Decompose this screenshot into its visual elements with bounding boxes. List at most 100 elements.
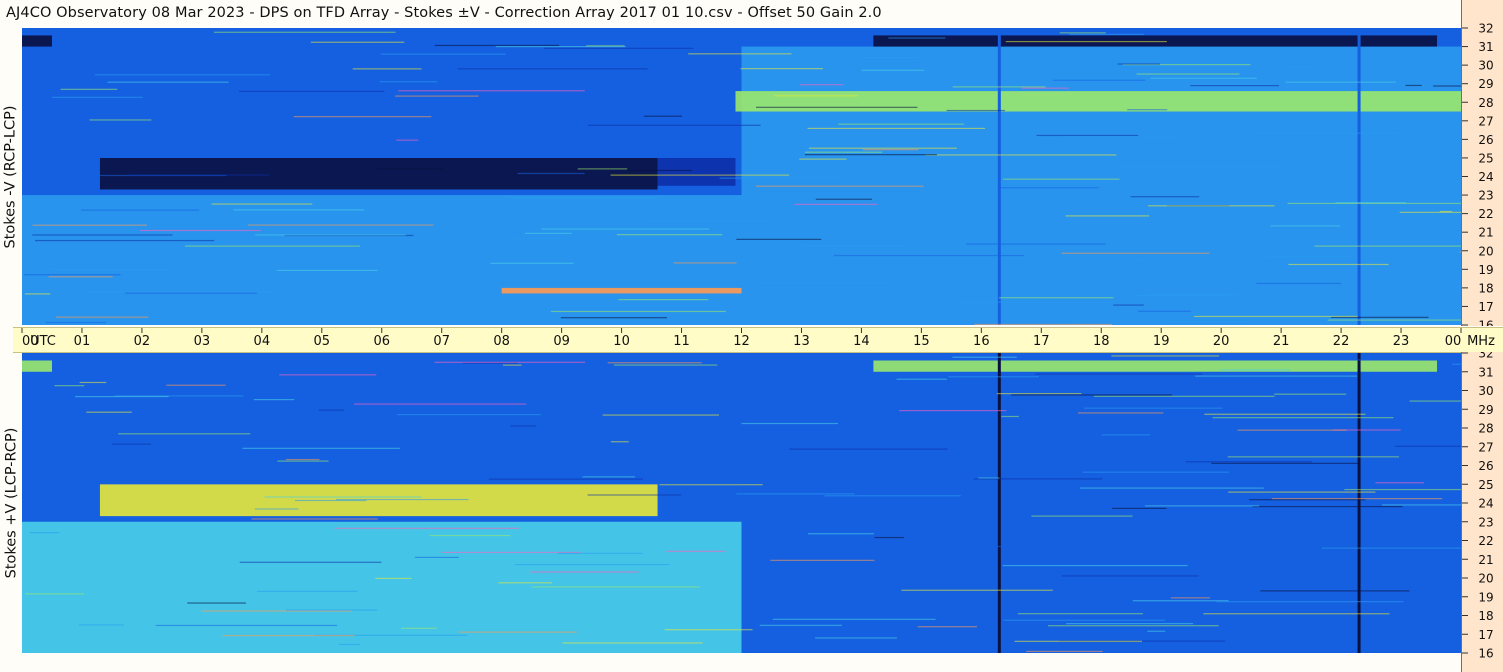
signal-streak bbox=[434, 44, 560, 47]
signal-streak bbox=[1002, 564, 1188, 567]
signal-streak bbox=[1011, 394, 1173, 396]
utc-unit-label: UTC bbox=[30, 334, 56, 349]
interference-line-9 bbox=[997, 28, 1001, 325]
signal-streak bbox=[774, 95, 858, 97]
signal-streak bbox=[25, 593, 84, 595]
signal-streak bbox=[1405, 84, 1422, 87]
signal-streak bbox=[794, 203, 878, 205]
mhz-tick-label: 29 bbox=[1478, 77, 1493, 91]
spectrogram-band-1 bbox=[22, 371, 742, 485]
chart-title: AJ4CO Observatory 08 Mar 2023 - DPS on T… bbox=[6, 5, 882, 21]
signal-streak bbox=[772, 618, 936, 620]
utc-tick-label: 18 bbox=[1093, 334, 1110, 349]
mhz-unit-label: MHz bbox=[1467, 334, 1495, 349]
utc-tick-label: 07 bbox=[433, 334, 450, 349]
stokes-plus-v-spectrogram bbox=[22, 353, 1461, 653]
signal-streak bbox=[952, 86, 1046, 88]
signal-streak bbox=[1271, 498, 1443, 500]
signal-streak bbox=[1260, 590, 1410, 592]
signal-streak bbox=[32, 224, 147, 226]
signal-streak bbox=[257, 590, 358, 592]
signal-streak bbox=[1220, 369, 1291, 371]
signal-streak bbox=[1195, 375, 1358, 377]
utc-tick-label: 20 bbox=[1213, 334, 1230, 349]
mhz-tick-label: 26 bbox=[1478, 459, 1493, 473]
mhz-tick-label: 20 bbox=[1478, 244, 1493, 258]
signal-streak bbox=[815, 198, 872, 200]
signal-streak bbox=[112, 443, 152, 445]
utc-tick-label: 09 bbox=[553, 334, 570, 349]
mhz-tick-label: 28 bbox=[1478, 96, 1493, 110]
spectrogram-band-1 bbox=[657, 157, 736, 186]
signal-streak bbox=[808, 147, 957, 149]
signal-streak bbox=[610, 174, 790, 176]
signal-streak bbox=[799, 158, 847, 160]
signal-streak bbox=[60, 88, 118, 90]
signal-streak bbox=[1252, 506, 1403, 508]
signal-streak bbox=[239, 561, 382, 563]
signal-streak bbox=[85, 291, 274, 293]
signal-streak bbox=[560, 317, 667, 319]
signal-streak bbox=[379, 81, 438, 83]
utc-tick-label: 19 bbox=[1153, 334, 1170, 349]
utc-tick-label: 12 bbox=[733, 334, 750, 349]
spectrogram-band-8 bbox=[501, 287, 742, 294]
signal-streak bbox=[1165, 320, 1248, 323]
mhz-tick-label: 23 bbox=[1478, 515, 1493, 529]
mhz-tick-label: 17 bbox=[1478, 300, 1493, 314]
signal-streak bbox=[736, 493, 855, 495]
signal-streak bbox=[54, 385, 85, 387]
signal-streak bbox=[1194, 315, 1358, 318]
signal-streak bbox=[719, 177, 846, 179]
top-frequency-axis: 16 17 18 19 20 21 22 23 24 25 26 27 28 29 30 31 32 bbox=[1461, 0, 1503, 326]
signal-streak bbox=[952, 356, 1017, 358]
signal-streak bbox=[1452, 363, 1461, 365]
signal-streak bbox=[586, 45, 625, 47]
signal-streak bbox=[277, 460, 329, 462]
signal-streak bbox=[1265, 255, 1350, 257]
signal-streak bbox=[1344, 488, 1461, 491]
signal-streak bbox=[1117, 63, 1161, 65]
signal-streak bbox=[1147, 205, 1275, 207]
signal-streak bbox=[1211, 462, 1359, 464]
signal-streak bbox=[201, 443, 264, 445]
signal-streak bbox=[953, 301, 1043, 303]
signal-streak bbox=[81, 209, 200, 211]
signal-streak bbox=[1130, 196, 1200, 198]
signal-streak bbox=[688, 53, 792, 55]
signal-streak bbox=[666, 550, 726, 552]
signal-streak bbox=[507, 196, 659, 199]
signal-streak bbox=[1061, 575, 1199, 577]
spectrogram-band-5 bbox=[735, 91, 1461, 112]
signal-streak bbox=[736, 238, 822, 240]
signal-streak bbox=[233, 209, 365, 211]
signal-streak bbox=[755, 106, 918, 108]
signal-streak bbox=[187, 602, 246, 604]
signal-streak bbox=[770, 559, 875, 561]
signal-streak bbox=[1287, 202, 1461, 205]
signal-streak bbox=[896, 378, 947, 380]
spectrogram-band-0 bbox=[99, 484, 658, 517]
signal-streak bbox=[376, 168, 443, 170]
signal-streak bbox=[901, 589, 1053, 591]
signal-streak bbox=[255, 234, 406, 236]
signal-streak bbox=[498, 582, 552, 584]
signal-streak bbox=[999, 297, 1114, 299]
signal-streak bbox=[124, 292, 257, 294]
signal-streak bbox=[79, 381, 107, 384]
signal-streak bbox=[531, 586, 700, 588]
utc-tick-label: 13 bbox=[793, 334, 810, 349]
signal-streak bbox=[557, 552, 643, 554]
signal-streak bbox=[996, 392, 1082, 395]
signal-streak bbox=[310, 41, 405, 43]
mhz-tick-label: 19 bbox=[1478, 590, 1493, 604]
signal-streak bbox=[254, 508, 299, 510]
mhz-tick-label: 32 bbox=[1478, 22, 1493, 36]
utc-tick-label: 14 bbox=[853, 334, 870, 349]
signal-streak bbox=[948, 376, 1040, 378]
signal-streak bbox=[625, 169, 693, 172]
utc-tick-label: 05 bbox=[314, 334, 331, 349]
signal-streak bbox=[1034, 373, 1203, 375]
signal-streak bbox=[1060, 136, 1176, 138]
signal-streak bbox=[874, 536, 905, 539]
